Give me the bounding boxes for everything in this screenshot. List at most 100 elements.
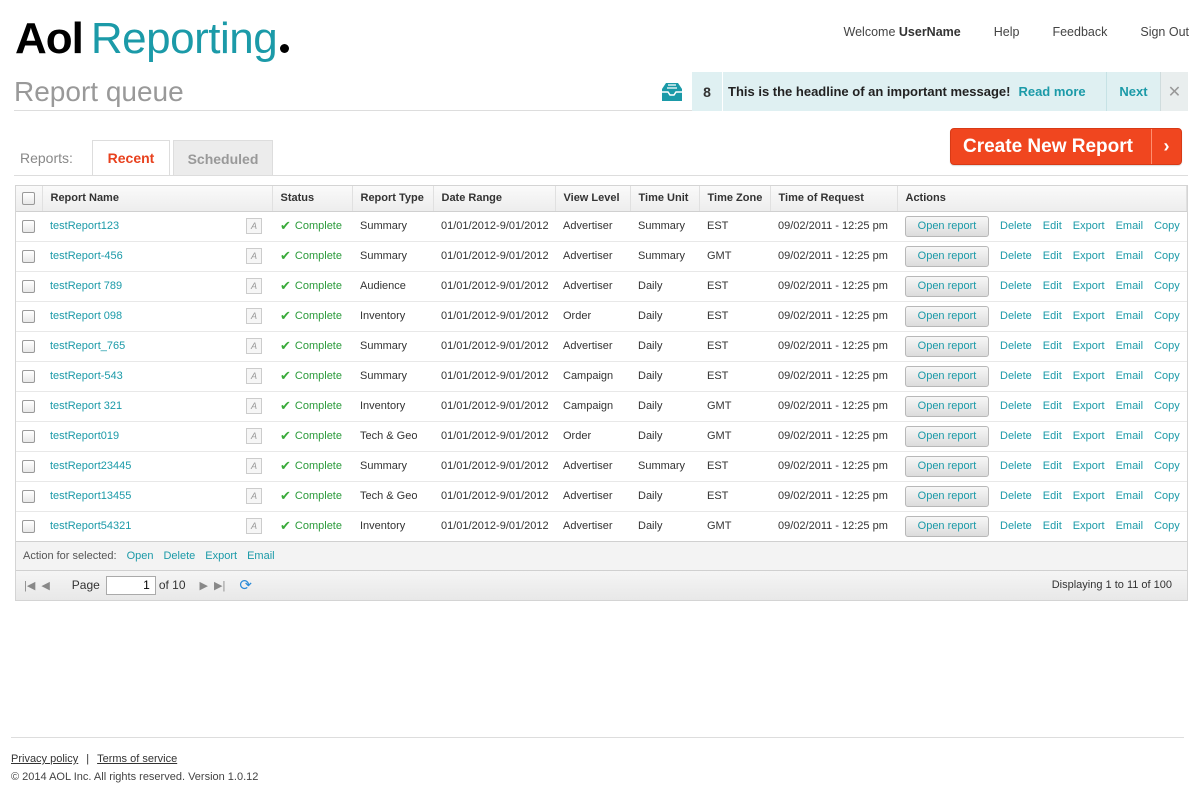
col-status[interactable]: Status (272, 186, 353, 212)
col-time-of-request[interactable]: Time of Request (770, 186, 898, 212)
copy-link[interactable]: Copy (1154, 430, 1180, 442)
col-report-name[interactable]: Report Name (42, 186, 273, 212)
edit-link[interactable]: Edit (1043, 280, 1062, 292)
prev-page-icon[interactable]: ◀ (41, 579, 49, 592)
col-time-zone[interactable]: Time Zone (699, 186, 771, 212)
open-report-button[interactable]: Open report (905, 485, 989, 507)
bulk-export-link[interactable]: Export (205, 550, 237, 562)
copy-link[interactable]: Copy (1154, 520, 1180, 532)
row-checkbox[interactable] (22, 249, 35, 263)
email-link[interactable]: Email (1116, 370, 1144, 382)
email-link[interactable]: Email (1116, 220, 1144, 232)
terms-of-service-link[interactable]: Terms of service (97, 753, 177, 765)
row-checkbox[interactable] (22, 279, 35, 293)
row-checkbox[interactable] (22, 309, 35, 323)
notes-icon[interactable]: A (246, 338, 262, 354)
row-checkbox[interactable] (22, 339, 35, 353)
report-name-link[interactable]: testReport-543 (50, 370, 123, 382)
export-link[interactable]: Export (1073, 310, 1105, 322)
first-page-icon[interactable]: |◀ (24, 579, 35, 592)
bulk-open-link[interactable]: Open (127, 550, 154, 562)
edit-link[interactable]: Edit (1043, 400, 1062, 412)
edit-link[interactable]: Edit (1043, 310, 1062, 322)
open-report-button[interactable]: Open report (905, 215, 989, 237)
tab-scheduled[interactable]: Scheduled (173, 140, 273, 176)
copy-link[interactable]: Copy (1154, 250, 1180, 262)
edit-link[interactable]: Edit (1043, 490, 1062, 502)
delete-link[interactable]: Delete (1000, 370, 1032, 382)
report-name-link[interactable]: testReport54321 (50, 520, 131, 532)
export-link[interactable]: Export (1073, 280, 1105, 292)
row-checkbox[interactable] (22, 429, 35, 443)
page-number-input[interactable] (105, 575, 156, 595)
tab-recent[interactable]: Recent (92, 140, 170, 176)
feedback-link[interactable]: Feedback (1052, 25, 1107, 39)
delete-link[interactable]: Delete (1000, 250, 1032, 262)
next-page-icon[interactable]: ▶ (200, 579, 208, 592)
delete-link[interactable]: Delete (1000, 220, 1032, 232)
notes-icon[interactable]: A (246, 368, 262, 384)
email-link[interactable]: Email (1116, 340, 1144, 352)
create-new-report-button[interactable]: Create New Report › (950, 128, 1182, 165)
email-link[interactable]: Email (1116, 520, 1144, 532)
email-link[interactable]: Email (1116, 250, 1144, 262)
email-link[interactable]: Email (1116, 460, 1144, 472)
open-report-button[interactable]: Open report (905, 395, 989, 417)
export-link[interactable]: Export (1073, 250, 1105, 262)
edit-link[interactable]: Edit (1043, 370, 1062, 382)
inbox-icon[interactable] (652, 72, 692, 111)
bulk-email-link[interactable]: Email (247, 550, 275, 562)
report-name-link[interactable]: testReport019 (50, 430, 119, 442)
notes-icon[interactable]: A (246, 428, 262, 444)
copy-link[interactable]: Copy (1154, 310, 1180, 322)
next-message-button[interactable]: Next (1106, 72, 1160, 111)
email-link[interactable]: Email (1116, 280, 1144, 292)
copy-link[interactable]: Copy (1154, 220, 1180, 232)
bulk-delete-link[interactable]: Delete (163, 550, 195, 562)
report-name-link[interactable]: testReport 789 (50, 280, 122, 292)
open-report-button[interactable]: Open report (905, 245, 989, 267)
close-icon[interactable]: ✕ (1160, 72, 1188, 111)
report-name-link[interactable]: testReport 098 (50, 310, 122, 322)
delete-link[interactable]: Delete (1000, 490, 1032, 502)
row-checkbox[interactable] (22, 399, 35, 413)
export-link[interactable]: Export (1073, 460, 1105, 472)
copy-link[interactable]: Copy (1154, 490, 1180, 502)
email-link[interactable]: Email (1116, 430, 1144, 442)
open-report-button[interactable]: Open report (905, 275, 989, 297)
delete-link[interactable]: Delete (1000, 460, 1032, 472)
edit-link[interactable]: Edit (1043, 430, 1062, 442)
notes-icon[interactable]: A (246, 398, 262, 414)
export-link[interactable]: Export (1073, 520, 1105, 532)
report-name-link[interactable]: testReport_765 (50, 340, 125, 352)
delete-link[interactable]: Delete (1000, 280, 1032, 292)
edit-link[interactable]: Edit (1043, 520, 1062, 532)
email-link[interactable]: Email (1116, 400, 1144, 412)
row-checkbox[interactable] (22, 459, 35, 473)
notes-icon[interactable]: A (246, 458, 262, 474)
read-more-link[interactable]: Read more (1018, 84, 1085, 99)
report-name-link[interactable]: testReport 321 (50, 400, 122, 412)
open-report-button[interactable]: Open report (905, 515, 989, 537)
email-link[interactable]: Email (1116, 490, 1144, 502)
notes-icon[interactable]: A (246, 518, 262, 534)
edit-link[interactable]: Edit (1043, 220, 1062, 232)
last-page-icon[interactable]: ▶| (214, 579, 225, 592)
row-checkbox[interactable] (22, 369, 35, 383)
row-checkbox[interactable] (22, 219, 35, 233)
delete-link[interactable]: Delete (1000, 430, 1032, 442)
edit-link[interactable]: Edit (1043, 250, 1062, 262)
open-report-button[interactable]: Open report (905, 455, 989, 477)
notes-icon[interactable]: A (246, 248, 262, 264)
export-link[interactable]: Export (1073, 220, 1105, 232)
delete-link[interactable]: Delete (1000, 340, 1032, 352)
notes-icon[interactable]: A (246, 488, 262, 504)
email-link[interactable]: Email (1116, 310, 1144, 322)
help-link[interactable]: Help (994, 25, 1020, 39)
col-time-unit[interactable]: Time Unit (630, 186, 700, 212)
col-report-type[interactable]: Report Type (352, 186, 434, 212)
open-report-button[interactable]: Open report (905, 335, 989, 357)
copy-link[interactable]: Copy (1154, 280, 1180, 292)
export-link[interactable]: Export (1073, 490, 1105, 502)
open-report-button[interactable]: Open report (905, 425, 989, 447)
